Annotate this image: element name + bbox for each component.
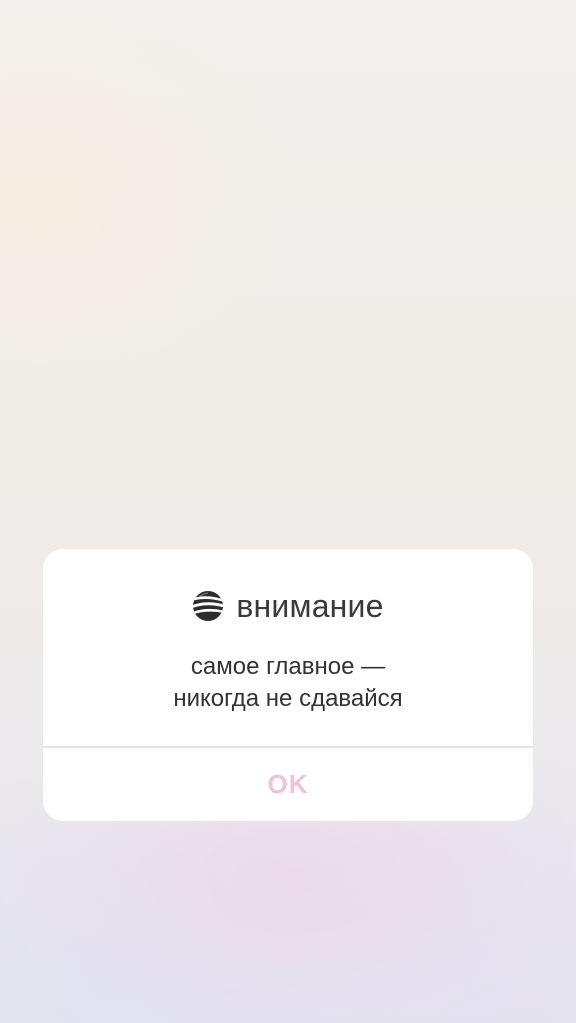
dialog-title: внимание <box>236 587 384 624</box>
dialog-message-line: никогда не сдавайся <box>173 685 403 712</box>
striped-globe-icon <box>193 591 224 621</box>
dialog-message: самое главное — никогда не сдавайся <box>43 651 533 715</box>
alert-dialog: внимание самое главное — никогда не сдав… <box>43 549 533 821</box>
dialog-header: внимание <box>43 587 533 625</box>
blurred-background <box>0 0 576 1023</box>
ok-button[interactable]: OK <box>43 748 533 821</box>
dialog-message-line: самое главное — <box>190 653 386 680</box>
